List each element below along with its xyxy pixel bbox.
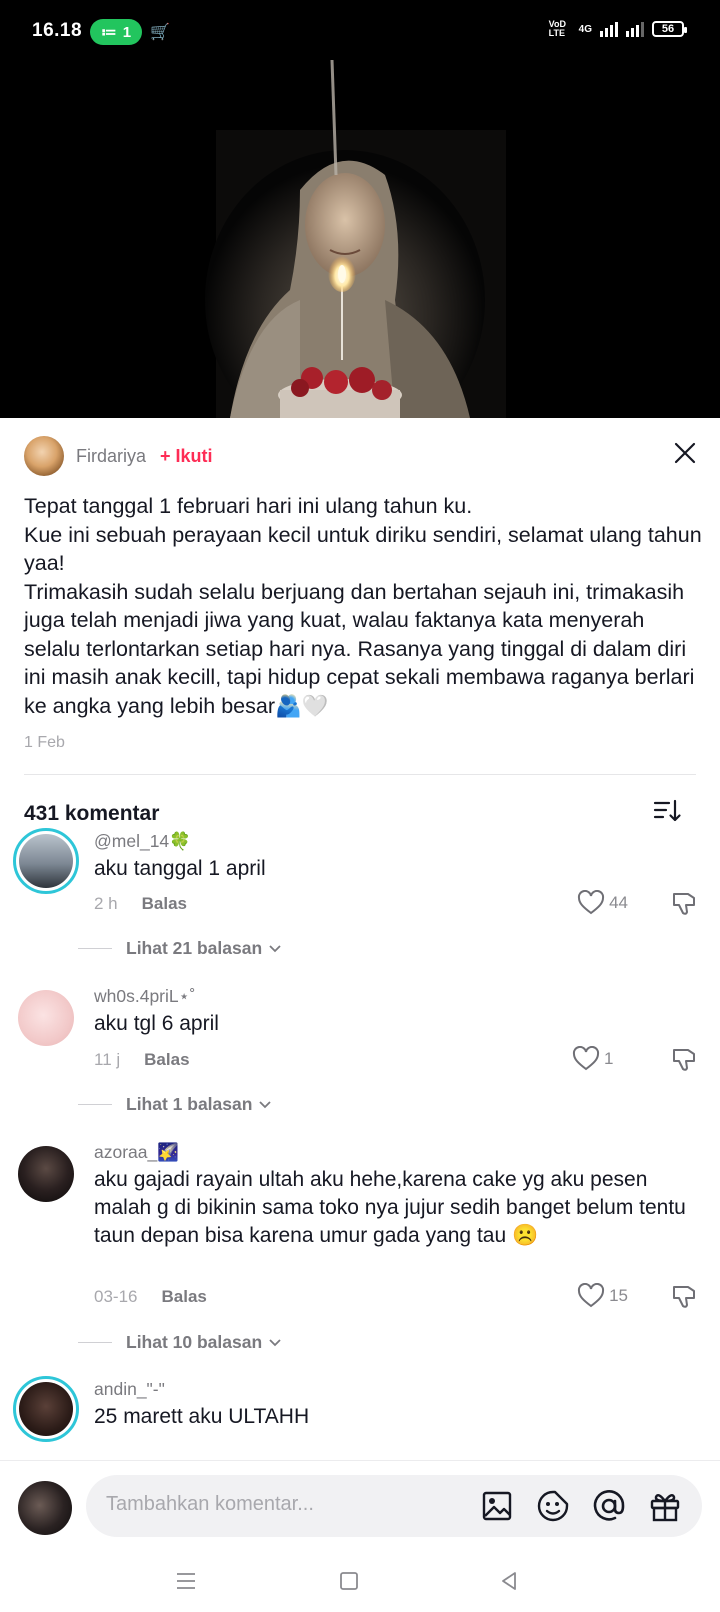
heart-icon bbox=[572, 1046, 600, 1071]
system-indicators: VoD LTE 4G 56 bbox=[548, 19, 687, 38]
network-label: 4G bbox=[578, 23, 592, 35]
comment-input-bar: Tambahkan komentar... bbox=[0, 1460, 720, 1548]
back-nav-icon bbox=[502, 1572, 516, 1590]
dislike-button[interactable] bbox=[670, 1046, 698, 1074]
like-count: 1 bbox=[604, 1049, 614, 1068]
post-date: 1 Feb bbox=[24, 734, 65, 751]
status-time: 16.18 bbox=[32, 20, 83, 41]
emoji-button[interactable] bbox=[536, 1489, 570, 1523]
post-author[interactable]: Firdariya + Ikuti bbox=[24, 436, 213, 476]
hotspot-icon: ≔ bbox=[100, 24, 117, 41]
comment-meta: 2 h Balas bbox=[94, 894, 187, 914]
commenter-avatar[interactable] bbox=[13, 828, 79, 894]
chevron-down-icon bbox=[269, 1338, 281, 1346]
close-icon bbox=[674, 442, 696, 464]
comment-username[interactable]: @mel_14🍀 bbox=[94, 831, 191, 852]
replies-line bbox=[78, 1104, 112, 1105]
status-bar: 16.18 ≔ 1 🛒 VoD LTE 4G 56 bbox=[0, 0, 720, 64]
chevron-down-icon bbox=[269, 944, 281, 952]
author-avatar[interactable] bbox=[24, 436, 64, 476]
dislike-button[interactable] bbox=[670, 1283, 698, 1311]
close-button[interactable] bbox=[672, 440, 698, 466]
home-nav-button[interactable] bbox=[338, 1570, 360, 1592]
comment-time: 2 h bbox=[94, 894, 118, 913]
view-replies-button[interactable]: Lihat 1 balasan bbox=[78, 1094, 272, 1115]
view-replies-label: Lihat 10 balasan bbox=[126, 1332, 263, 1352]
comment-time: 03-16 bbox=[94, 1287, 138, 1306]
replies-line bbox=[78, 948, 112, 949]
reply-button[interactable]: Balas bbox=[144, 1050, 189, 1070]
sort-button[interactable] bbox=[652, 796, 682, 826]
emoji-icon bbox=[537, 1490, 569, 1522]
replies-line bbox=[78, 1342, 112, 1343]
volte-label: VoD LTE bbox=[548, 19, 566, 38]
heart-icon bbox=[578, 1283, 605, 1308]
sort-icon bbox=[653, 799, 681, 822]
comment-count: 431 komentar bbox=[24, 802, 160, 825]
view-replies-label: Lihat 21 balasan bbox=[126, 938, 263, 958]
system-nav-bar bbox=[0, 1548, 720, 1612]
signal-icon bbox=[600, 21, 618, 37]
like-button[interactable]: 1 bbox=[572, 1046, 628, 1072]
view-replies-label: Lihat 1 balasan bbox=[126, 1094, 253, 1114]
battery-level: 56 bbox=[661, 23, 675, 35]
battery-icon: 56 bbox=[652, 21, 687, 37]
shopping-cart-icon: 🛒 bbox=[150, 24, 170, 41]
image-button[interactable] bbox=[480, 1489, 514, 1523]
like-count: 44 bbox=[609, 893, 628, 912]
divider bbox=[24, 774, 696, 775]
comment-username[interactable]: azoraa_🌠 bbox=[94, 1142, 179, 1163]
comments-sheet: Firdariya + Ikuti Tepat tanggal 1 februa… bbox=[0, 418, 720, 1460]
dislike-button[interactable] bbox=[670, 890, 698, 918]
comment-text: aku tgl 6 april bbox=[94, 1012, 219, 1035]
hotspot-count: 1 bbox=[122, 23, 132, 41]
reply-button[interactable]: Balas bbox=[161, 1287, 206, 1307]
reply-button[interactable]: Balas bbox=[142, 894, 187, 914]
comment-username[interactable]: wh0s.4priL⋆˚ bbox=[94, 986, 195, 1007]
dislike-icon bbox=[673, 893, 695, 915]
like-button[interactable]: 44 bbox=[577, 890, 628, 916]
comment-meta: 03-16 Balas bbox=[94, 1287, 207, 1307]
comment-item: @mel_14🍀 aku tanggal 1 april 2 h Balas 4… bbox=[0, 828, 720, 978]
view-replies-button[interactable]: Lihat 21 balasan bbox=[78, 938, 282, 959]
input-actions bbox=[480, 1489, 682, 1523]
mention-button[interactable] bbox=[592, 1489, 626, 1523]
author-name[interactable]: Firdariya bbox=[76, 446, 146, 467]
comment-username[interactable]: andin_"-" bbox=[94, 1379, 165, 1400]
menu-nav-button[interactable] bbox=[175, 1570, 197, 1592]
follow-button[interactable]: + Ikuti bbox=[160, 446, 213, 467]
commenter-avatar[interactable] bbox=[13, 1376, 79, 1442]
hotspot-badge: ≔ 1 bbox=[90, 19, 142, 45]
my-avatar[interactable] bbox=[18, 1481, 72, 1535]
post-caption: Tepat tanggal 1 februari hari ini ulang … bbox=[24, 494, 702, 718]
signal-icon-2 bbox=[626, 21, 644, 37]
gift-icon bbox=[650, 1494, 680, 1522]
back-nav-button[interactable] bbox=[498, 1570, 520, 1592]
heart-icon bbox=[578, 890, 605, 915]
mention-icon bbox=[593, 1490, 625, 1521]
comment-time: 11 j bbox=[94, 1050, 121, 1069]
comment-input[interactable]: Tambahkan komentar... bbox=[86, 1475, 702, 1537]
like-button[interactable]: 15 bbox=[577, 1283, 628, 1309]
dislike-icon bbox=[673, 1049, 695, 1071]
post-photo[interactable]: 16.18 ≔ 1 🛒 VoD LTE 4G 56 bbox=[0, 0, 720, 418]
dislike-icon bbox=[673, 1286, 695, 1308]
comment-input-placeholder: Tambahkan komentar... bbox=[106, 1493, 314, 1515]
view-replies-button[interactable]: Lihat 10 balasan bbox=[78, 1332, 282, 1353]
comment-item: wh0s.4priL⋆˚ aku tgl 6 april 11 j Balas … bbox=[0, 986, 720, 1136]
home-nav-icon bbox=[340, 1572, 358, 1590]
chevron-down-icon bbox=[259, 1100, 272, 1108]
comment-text: 25 marett aku ULTAHH bbox=[94, 1405, 310, 1428]
comment-item: andin_"-" 25 marett aku ULTAHH bbox=[0, 1376, 720, 1460]
like-count: 15 bbox=[609, 1286, 628, 1305]
gift-button[interactable] bbox=[648, 1489, 682, 1523]
comment-item: azoraa_🌠 aku gajadi rayain ultah aku heh… bbox=[0, 1142, 720, 1382]
comment-text: aku gajadi rayain ultah aku hehe,karena … bbox=[94, 1168, 686, 1247]
commenter-avatar[interactable] bbox=[18, 990, 74, 1046]
commenter-avatar[interactable] bbox=[18, 1146, 74, 1202]
image-icon bbox=[482, 1491, 512, 1521]
comment-meta: 11 j Balas bbox=[94, 1050, 190, 1070]
comment-text: aku tanggal 1 april bbox=[94, 857, 266, 880]
menu-nav-icon bbox=[177, 1573, 195, 1589]
